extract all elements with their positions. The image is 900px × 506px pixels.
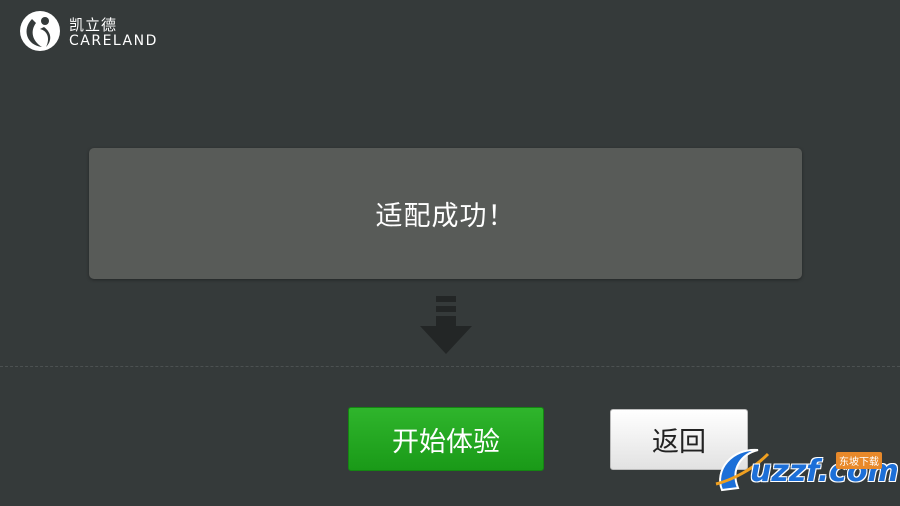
careland-logo: 凯立德 CARELAND [18, 9, 188, 53]
careland-logo-icon [20, 11, 60, 51]
uzzf-watermark: uzzf.com 东坡下载 [712, 440, 899, 500]
logo-english-text: CARELAND [69, 33, 158, 49]
start-experience-button[interactable]: 开始体验 [348, 407, 544, 471]
message-panel: 适配成功！ [89, 148, 802, 279]
success-message: 适配成功！ [375, 201, 516, 232]
watermark-tag: 东坡下载 [836, 452, 882, 469]
down-arrow-icon [420, 296, 472, 354]
logo-chinese-text: 凯立德 [69, 16, 118, 34]
divider-line [0, 366, 900, 367]
